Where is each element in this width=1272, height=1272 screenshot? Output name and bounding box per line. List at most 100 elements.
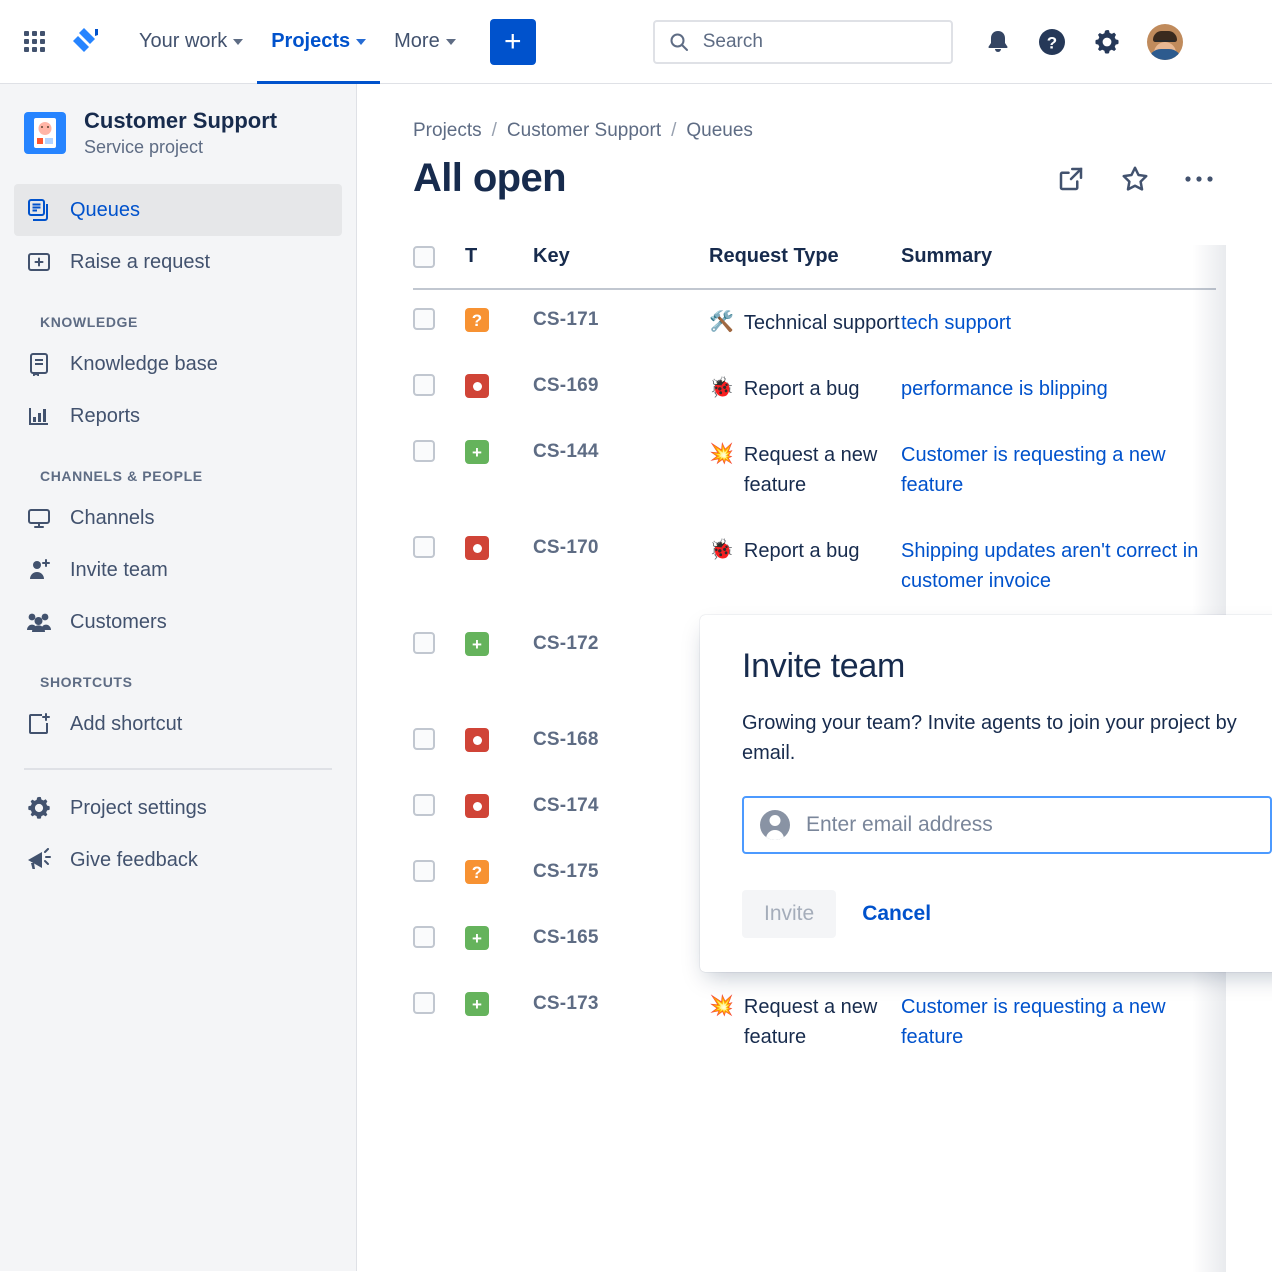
row-checkbox[interactable]	[413, 440, 435, 462]
issue-key[interactable]: CS-169	[533, 375, 599, 396]
issue-type-cell	[465, 518, 533, 614]
row-select-cell	[413, 710, 465, 776]
sidebar-item-channels[interactable]: Channels	[14, 492, 342, 544]
sidebar-item-reports[interactable]: Reports	[14, 390, 342, 442]
request-type-cell: 🛠️Technical support	[709, 289, 901, 356]
col-header-type[interactable]: T	[465, 245, 533, 289]
sidebar-item-label: Customers	[70, 611, 167, 634]
col-header-request-type[interactable]: Request Type	[709, 245, 901, 289]
table-row[interactable]: +CS-144💥Request a new featureCustomer is…	[413, 422, 1216, 518]
issue-key[interactable]: CS-165	[533, 927, 599, 948]
search-input[interactable]	[653, 20, 953, 64]
sidebar-item-knowledge-base[interactable]: Knowledge base	[14, 338, 342, 390]
issue-key-cell: CS-171	[533, 289, 709, 356]
question-type-icon: ?	[465, 308, 489, 332]
row-checkbox[interactable]	[413, 860, 435, 882]
avatar-glasses	[1155, 40, 1175, 46]
request-type-cell: 🐞Report a bug	[709, 356, 901, 422]
breadcrumb-customer-support[interactable]: Customer Support	[507, 120, 661, 142]
request-type-emoji-icon: 🐞	[709, 374, 734, 404]
issue-key[interactable]: CS-174	[533, 795, 599, 816]
dialog-title: Invite team	[742, 647, 1272, 686]
row-checkbox[interactable]	[413, 926, 435, 948]
invite-button[interactable]: Invite	[742, 890, 836, 938]
cancel-button[interactable]: Cancel	[848, 890, 945, 938]
sidebar-item-label: Invite team	[70, 559, 168, 582]
breadcrumb-queues[interactable]: Queues	[686, 120, 753, 142]
jira-logo-icon[interactable]	[71, 27, 99, 57]
apps-grid-icon[interactable]	[24, 31, 45, 52]
summary-cell: performance is blipping	[901, 356, 1216, 422]
reports-chart-icon	[26, 403, 52, 429]
row-select-cell	[413, 356, 465, 422]
row-checkbox[interactable]	[413, 536, 435, 558]
issue-key[interactable]: CS-171	[533, 309, 599, 330]
row-checkbox[interactable]	[413, 992, 435, 1014]
sidebar-item-project-settings[interactable]: Project settings	[14, 782, 342, 834]
issue-key[interactable]: CS-173	[533, 993, 599, 1014]
user-avatar[interactable]	[1147, 24, 1183, 60]
help-question-icon[interactable]: ?	[1037, 27, 1067, 57]
sidebar-item-customers[interactable]: Customers	[14, 596, 342, 648]
top-navigation-bar: Your work Projects More +	[0, 0, 1272, 84]
select-all-checkbox[interactable]	[413, 246, 435, 268]
row-select-cell	[413, 289, 465, 356]
email-input-wrapper[interactable]	[742, 796, 1272, 854]
main-nav-items: Your work Projects More	[125, 0, 470, 84]
issue-key[interactable]: CS-168	[533, 729, 599, 750]
issue-type-cell: ?	[465, 842, 533, 908]
row-checkbox[interactable]	[413, 728, 435, 750]
sidebar-item-queues[interactable]: Queues	[14, 184, 342, 236]
summary-cell: Customer is requesting a new feature	[901, 974, 1216, 1070]
nav-item-your-work[interactable]: Your work	[125, 0, 257, 84]
sidebar-item-invite-team[interactable]: Invite team	[14, 544, 342, 596]
table-row[interactable]: ? CS-171 🛠️Technical supporttech support	[413, 289, 1216, 356]
breadcrumb-separator: /	[492, 120, 497, 142]
sidebar-item-label: Give feedback	[70, 849, 198, 872]
svg-text:?: ?	[1047, 33, 1057, 52]
row-checkbox[interactable]	[413, 632, 435, 654]
issue-summary-link[interactable]: Customer is requesting a new feature	[901, 444, 1166, 496]
nav-item-projects[interactable]: Projects	[257, 0, 380, 84]
more-options-icon[interactable]	[1184, 174, 1214, 184]
dialog-description: Growing your team? Invite agents to join…	[742, 708, 1272, 768]
project-header[interactable]: Customer Support Service project	[0, 108, 356, 158]
issue-key[interactable]: CS-175	[533, 861, 599, 882]
create-button[interactable]: +	[490, 19, 536, 65]
summary-cell: Shipping updates aren't correct in custo…	[901, 518, 1216, 614]
issue-key[interactable]: CS-170	[533, 537, 599, 558]
col-header-summary[interactable]: Summary	[901, 245, 1216, 289]
issue-summary-link[interactable]: Customer is requesting a new feature	[901, 996, 1166, 1048]
issue-summary-link[interactable]: performance is blipping	[901, 378, 1108, 400]
issue-key[interactable]: CS-172	[533, 633, 599, 654]
sidebar-item-raise-a-request[interactable]: Raise a request	[14, 236, 342, 288]
issue-key[interactable]: CS-144	[533, 441, 599, 462]
table-row[interactable]: +CS-173💥Request a new featureCustomer is…	[413, 974, 1216, 1070]
table-row[interactable]: CS-170🐞Report a bugShipping updates aren…	[413, 518, 1216, 614]
settings-gear-icon[interactable]	[1093, 28, 1121, 56]
row-checkbox[interactable]	[413, 308, 435, 330]
email-input[interactable]	[806, 813, 1254, 837]
issue-summary-link[interactable]: Shipping updates aren't correct in custo…	[901, 540, 1198, 592]
issue-summary-link[interactable]: tech support	[901, 312, 1011, 334]
request-type-label: Report a bug	[744, 536, 860, 566]
sidebar-item-label: Add shortcut	[70, 713, 182, 736]
row-checkbox[interactable]	[413, 794, 435, 816]
sidebar-item-add-shortcut[interactable]: Add shortcut	[14, 698, 342, 750]
raise-request-icon	[26, 249, 52, 275]
nav-item-more[interactable]: More	[380, 0, 470, 84]
sidebar-item-give-feedback[interactable]: Give feedback	[14, 834, 342, 886]
service-project-avatar	[24, 112, 66, 154]
invite-team-dialog: Invite team Growing your team? Invite ag…	[700, 615, 1272, 972]
table-row[interactable]: CS-169 🐞Report a bugperformance is blippi…	[413, 356, 1216, 422]
share-external-link-icon[interactable]	[1056, 164, 1086, 194]
sidebar-nav: Queues Raise a request KNOWLEDGE	[0, 184, 356, 886]
breadcrumb-projects[interactable]: Projects	[413, 120, 482, 142]
row-checkbox[interactable]	[413, 374, 435, 396]
star-favourite-icon[interactable]	[1120, 164, 1150, 194]
question-type-icon: ?	[465, 860, 489, 884]
col-header-key[interactable]: Key	[533, 245, 709, 289]
issue-key-cell: CS-169	[533, 356, 709, 422]
breadcrumb-separator: /	[671, 120, 676, 142]
notifications-bell-icon[interactable]	[985, 28, 1011, 56]
